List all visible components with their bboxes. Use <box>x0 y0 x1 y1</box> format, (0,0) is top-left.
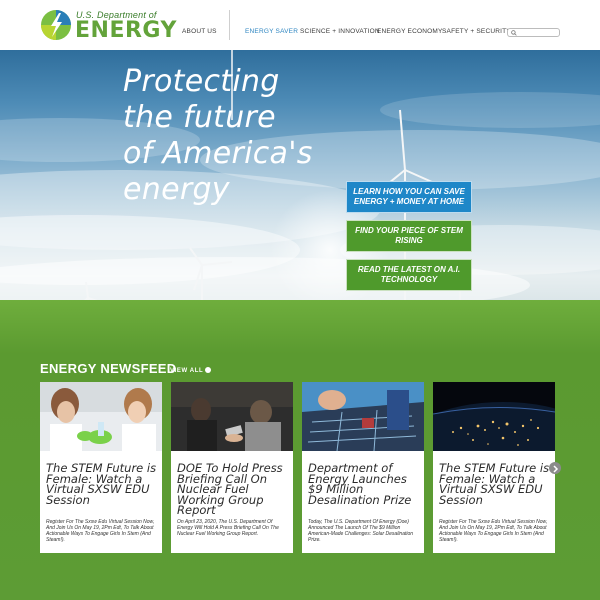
cta-ai-technology-button[interactable]: READ THE LATEST ON A.I. TECHNOLOGY <box>346 259 472 291</box>
carousel-next-button[interactable] <box>549 462 561 474</box>
energy-logo-icon <box>41 10 71 40</box>
nav-safety-security[interactable]: SAFETY + SECURITY <box>442 28 511 35</box>
news-card-description: On April 23, 2020, The U.S. Department O… <box>177 519 279 537</box>
search-icon <box>511 30 517 36</box>
site-header: U.S. Department of ENERGY ABOUT US ENERG… <box>0 0 600 50</box>
newsfeed-heading: ENERGY NEWSFEED <box>40 361 177 376</box>
hero-banner: Protecting the future of America's energ… <box>0 50 600 340</box>
nav-about-us[interactable]: ABOUT US <box>182 28 217 35</box>
search-input[interactable] <box>507 28 560 37</box>
doe-logo[interactable]: U.S. Department of ENERGY <box>40 8 176 43</box>
hero-headline-line: Protecting <box>123 64 280 99</box>
news-card-description: Register For The Sxsw Edu Virtual Sessio… <box>439 519 548 543</box>
news-card-title[interactable]: Department of Energy Launches $9 Million… <box>308 462 420 505</box>
news-card-description: Register For The Sxsw Edu Virtual Sessio… <box>46 519 155 543</box>
chevron-right-icon <box>553 465 559 473</box>
news-card[interactable]: Department of Energy Launches $9 Million… <box>302 382 424 553</box>
news-card[interactable]: The STEM Future is Female: Watch a Virtu… <box>433 382 555 553</box>
nav-science-innovation[interactable]: SCIENCE + INNOVATION <box>300 28 380 35</box>
nav-energy-economy[interactable]: ENERGY ECONOMY <box>377 28 443 35</box>
news-card-description: Today, The U.S. Department Of Energy (Do… <box>308 519 414 543</box>
news-card-title[interactable]: The STEM Future is Female: Watch a Virtu… <box>46 462 158 505</box>
header-divider <box>229 10 230 40</box>
news-card-image <box>171 382 293 451</box>
hero-headline-line: of America's <box>123 136 313 171</box>
view-all-link[interactable]: VIEW ALL <box>170 367 212 374</box>
nav-energy-saver[interactable]: ENERGY SAVER <box>245 28 298 35</box>
news-card-title[interactable]: DOE To Hold Press Briefing Call On Nucle… <box>177 462 289 515</box>
news-card-title[interactable]: The STEM Future is Female: Watch a Virtu… <box>439 462 551 505</box>
cta-save-energy-button[interactable]: LEARN HOW YOU CAN SAVE ENERGY + MONEY AT… <box>346 181 472 213</box>
hero-headline-line: the future <box>123 100 276 135</box>
news-card[interactable]: DOE To Hold Press Briefing Call On Nucle… <box>171 382 293 553</box>
news-card-image <box>433 382 555 451</box>
cta-stem-rising-button[interactable]: FIND YOUR PIECE OF STEM RISING <box>346 220 472 252</box>
arrow-circle-icon <box>205 367 212 373</box>
news-card-image <box>40 382 162 451</box>
hero-headline: Protecting the future of America's energ… <box>123 64 373 208</box>
news-card-image <box>302 382 424 451</box>
hero-headline-line: energy <box>123 172 230 207</box>
view-all-label: VIEW ALL <box>170 368 204 374</box>
logo-energy-text: ENERGY <box>75 18 177 43</box>
news-card[interactable]: The STEM Future is Female: Watch a Virtu… <box>40 382 162 553</box>
